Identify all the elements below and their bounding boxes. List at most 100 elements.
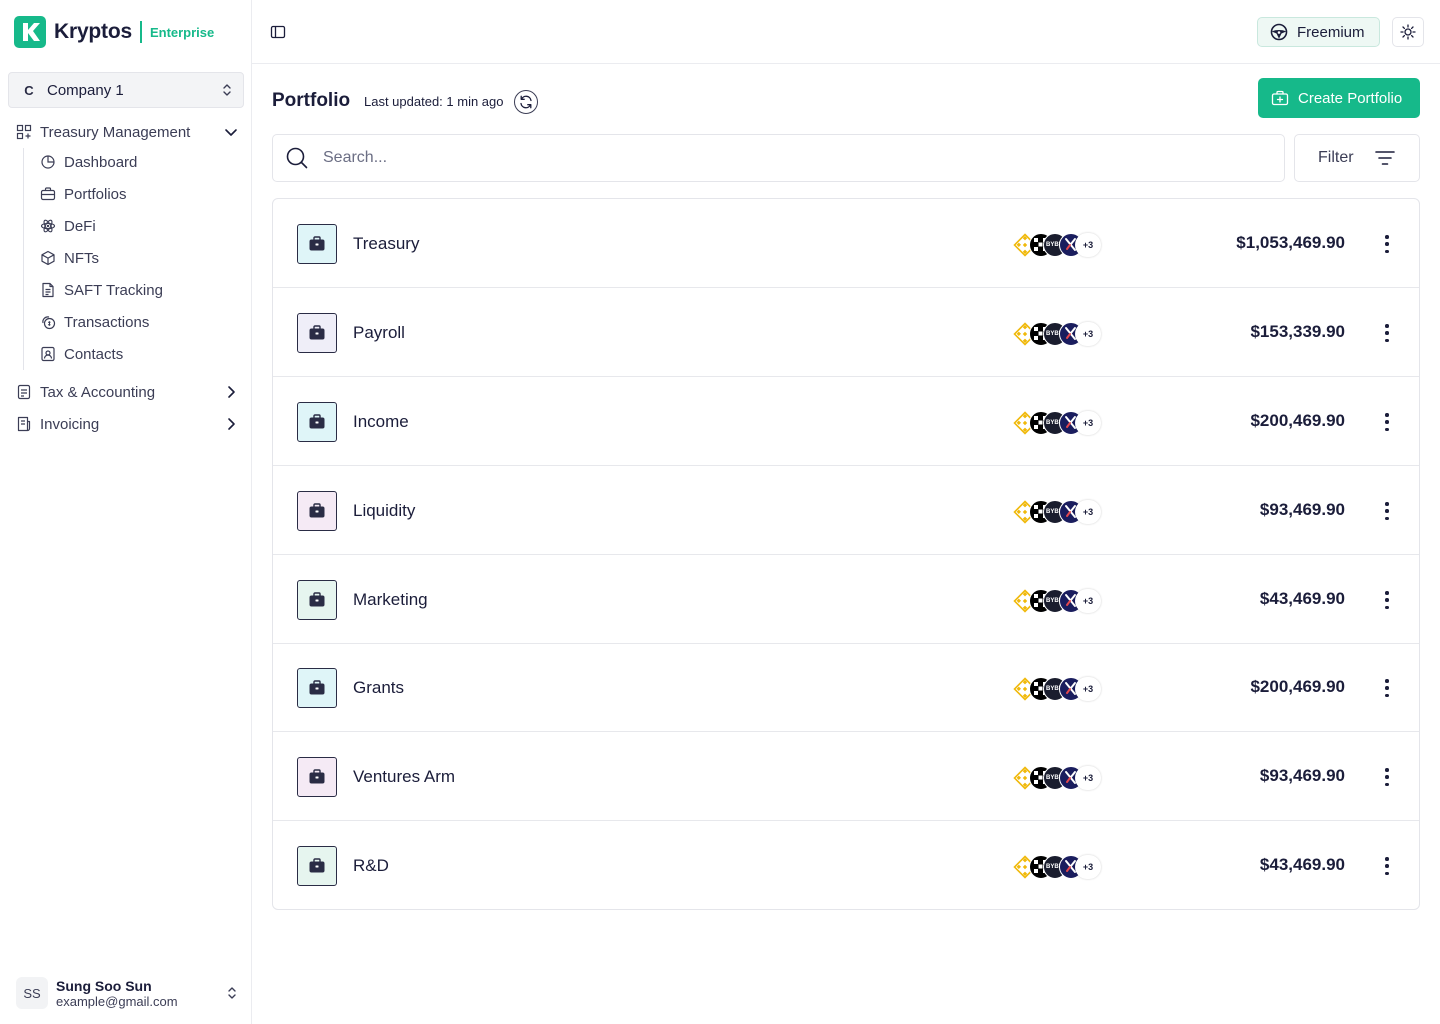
pie-chart-icon bbox=[41, 155, 55, 169]
chevron-right-icon bbox=[228, 418, 235, 430]
more-sources-badge[interactable]: +3 bbox=[1075, 589, 1101, 613]
more-sources-badge[interactable]: +3 bbox=[1075, 411, 1101, 435]
more-sources-badge[interactable]: +3 bbox=[1075, 322, 1101, 346]
refresh-icon bbox=[520, 95, 532, 109]
sidebar-item-transactions[interactable]: Transactions bbox=[40, 311, 149, 333]
portfolio-name[interactable]: Treasury bbox=[353, 234, 419, 254]
more-options-icon[interactable] bbox=[1383, 235, 1391, 253]
connected-sources[interactable]: BYBIT +3 bbox=[1013, 588, 1113, 614]
more-options-icon[interactable] bbox=[1383, 768, 1391, 786]
portfolio-name[interactable]: Payroll bbox=[353, 323, 405, 343]
more-sources-badge[interactable]: +3 bbox=[1075, 766, 1101, 790]
brand-name: Kryptos bbox=[54, 20, 132, 43]
nav-group-treasury-management[interactable]: Treasury Management bbox=[16, 120, 238, 144]
sidebar-item-label: DeFi bbox=[64, 217, 96, 235]
portfolio-row[interactable]: Treasury BYBIT +3 $1,053,469.90 bbox=[273, 199, 1419, 288]
page-title: Portfolio bbox=[272, 90, 351, 111]
company-badge: C bbox=[24, 82, 34, 98]
user-email: example@gmail.com bbox=[56, 993, 178, 1009]
sidebar-item-defi[interactable]: DeFi bbox=[40, 215, 96, 237]
more-options-icon[interactable] bbox=[1383, 591, 1391, 609]
nav-group-tax-accounting[interactable]: Tax & Accounting bbox=[16, 380, 238, 404]
portfolio-name[interactable]: Ventures Arm bbox=[353, 767, 455, 787]
filter-label: Filter bbox=[1318, 149, 1354, 166]
search-input[interactable] bbox=[323, 149, 1223, 167]
briefcase-plus-icon bbox=[1271, 90, 1289, 106]
portfolio-row[interactable]: R&D BYBIT +3 $43,469.90 bbox=[273, 821, 1419, 909]
briefcase-icon bbox=[309, 592, 325, 607]
company-switcher[interactable]: C Company 1 bbox=[8, 72, 244, 108]
plan-button[interactable]: Freemium bbox=[1257, 17, 1380, 47]
more-options-icon[interactable] bbox=[1383, 857, 1391, 875]
portfolio-name[interactable]: Liquidity bbox=[353, 501, 415, 521]
steering-wheel-icon bbox=[1270, 23, 1288, 41]
filter-button[interactable]: Filter bbox=[1294, 134, 1420, 182]
company-name: Company 1 bbox=[47, 81, 124, 99]
connected-sources[interactable]: BYBIT +3 bbox=[1013, 765, 1113, 791]
create-portfolio-button[interactable]: Create Portfolio bbox=[1258, 78, 1420, 118]
sidebar-item-portfolios[interactable]: Portfolios bbox=[40, 183, 127, 205]
contact-icon bbox=[41, 346, 55, 362]
portfolio-row[interactable]: Ventures Arm BYBIT +3 $93,469.90 bbox=[273, 732, 1419, 821]
sidebar-toggle-icon[interactable] bbox=[270, 24, 286, 40]
cube-icon bbox=[41, 250, 55, 266]
connected-sources[interactable]: BYBIT +3 bbox=[1013, 321, 1113, 347]
nav-group-invoicing[interactable]: Invoicing bbox=[16, 412, 238, 436]
portfolio-icon bbox=[297, 668, 337, 708]
portfolio-icon bbox=[297, 491, 337, 531]
more-sources-badge[interactable]: +3 bbox=[1075, 233, 1101, 257]
sidebar-item-dashboard[interactable]: Dashboard bbox=[40, 151, 137, 173]
filter-lines-icon bbox=[1375, 151, 1395, 165]
atom-icon bbox=[40, 219, 56, 233]
briefcase-icon bbox=[309, 325, 325, 340]
connected-sources[interactable]: BYBIT +3 bbox=[1013, 232, 1113, 258]
more-sources-badge[interactable]: +3 bbox=[1075, 855, 1101, 879]
sidebar-item-label: Contacts bbox=[64, 345, 124, 363]
briefcase-icon bbox=[309, 414, 325, 429]
search-icon bbox=[286, 147, 308, 169]
portfolio-row[interactable]: Payroll BYBIT +3 $153,339.90 bbox=[273, 288, 1419, 377]
portfolio-row[interactable]: Marketing BYBIT +3 $43,469.90 bbox=[273, 555, 1419, 644]
portfolio-icon bbox=[297, 757, 337, 797]
more-options-icon[interactable] bbox=[1383, 679, 1391, 697]
receipt-icon bbox=[17, 384, 31, 400]
more-options-icon[interactable] bbox=[1383, 413, 1391, 431]
portfolio-amount: $93,469.90 bbox=[1259, 500, 1345, 519]
briefcase-icon bbox=[309, 503, 325, 518]
more-options-icon[interactable] bbox=[1383, 324, 1391, 342]
portfolio-amount: $43,469.90 bbox=[1259, 589, 1345, 608]
refresh-button[interactable] bbox=[514, 90, 538, 114]
sidebar-item-contacts[interactable]: Contacts bbox=[40, 343, 123, 365]
portfolio-row[interactable]: Income BYBIT +3 $200,469.90 bbox=[273, 377, 1419, 466]
portfolio-row[interactable]: Grants BYBIT +3 $200,469.90 bbox=[273, 643, 1419, 732]
portfolio-name[interactable]: Grants bbox=[353, 678, 404, 698]
search-bar[interactable] bbox=[272, 134, 1285, 182]
sidebar-item-label: Dashboard bbox=[64, 153, 138, 171]
sidebar-item-label: NFTs bbox=[64, 249, 99, 267]
portfolio-name[interactable]: Marketing bbox=[353, 590, 428, 610]
sidebar-item-saft-tracking[interactable]: SAFT Tracking bbox=[40, 279, 163, 301]
portfolio-row[interactable]: Liquidity BYBIT +3 $93,469.90 bbox=[273, 466, 1419, 555]
last-updated-text: Last updated: 1 min ago bbox=[364, 94, 504, 109]
document-icon bbox=[42, 282, 54, 298]
chevron-up-down-icon bbox=[228, 987, 236, 999]
portfolio-list: Treasury BYBIT +3 $1,053,469.90 Payroll … bbox=[272, 198, 1420, 910]
portfolio-name[interactable]: Income bbox=[353, 412, 409, 432]
nav-group-label: Tax & Accounting bbox=[40, 383, 156, 401]
grid-plus-icon bbox=[16, 124, 32, 140]
theme-toggle-button[interactable] bbox=[1392, 17, 1424, 47]
nav-group-label: Treasury Management bbox=[40, 123, 191, 141]
sidebar-item-nfts[interactable]: NFTs bbox=[40, 247, 99, 269]
connected-sources[interactable]: BYBIT +3 bbox=[1013, 499, 1113, 525]
brand[interactable]: Kryptos Enterprise bbox=[14, 16, 214, 48]
connected-sources[interactable]: BYBIT +3 bbox=[1013, 410, 1113, 436]
user-menu[interactable]: SS Sung Soo Sun example@gmail.com bbox=[16, 974, 238, 1012]
sun-icon bbox=[1400, 24, 1416, 40]
more-options-icon[interactable] bbox=[1383, 502, 1391, 520]
more-sources-badge[interactable]: +3 bbox=[1075, 677, 1101, 701]
connected-sources[interactable]: BYBIT +3 bbox=[1013, 676, 1113, 702]
portfolio-name[interactable]: R&D bbox=[353, 856, 389, 876]
portfolio-icon bbox=[297, 580, 337, 620]
more-sources-badge[interactable]: +3 bbox=[1075, 500, 1101, 524]
connected-sources[interactable]: BYBIT +3 bbox=[1013, 854, 1113, 880]
